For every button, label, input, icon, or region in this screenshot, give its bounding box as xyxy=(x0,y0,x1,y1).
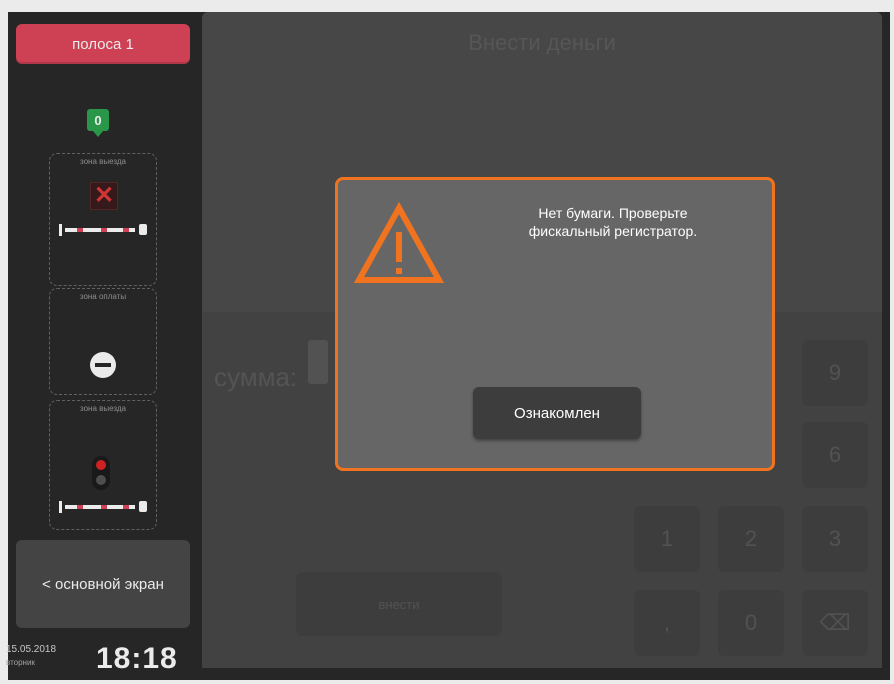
error-dialog: Нет бумаги. Проверьте фискальный регистр… xyxy=(335,177,775,471)
error-message: Нет бумаги. Проверьте фискальный регистр… xyxy=(488,204,738,240)
error-message-line2: фискальный регистратор. xyxy=(528,223,698,239)
warning-icon xyxy=(353,202,445,283)
error-message-line1: Нет бумаги. Проверьте xyxy=(538,205,688,221)
acknowledge-button[interactable]: Ознакомлен xyxy=(473,387,641,439)
